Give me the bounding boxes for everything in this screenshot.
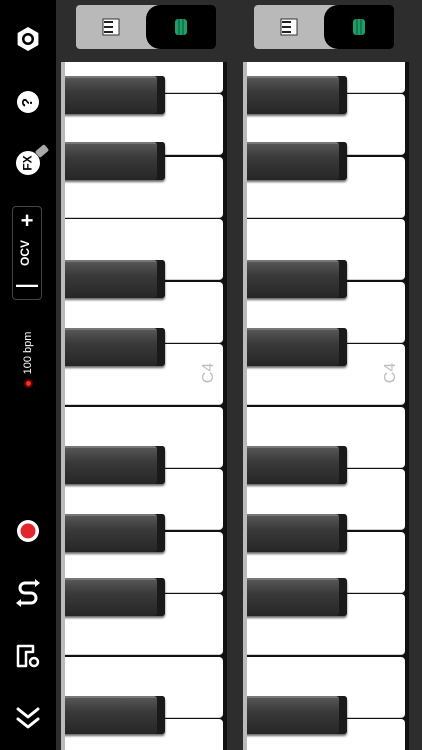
sidebar: ? FX + OCV — 100 bpm	[0, 0, 56, 750]
chord-button[interactable]	[0, 642, 56, 670]
collapse-button[interactable]	[0, 704, 56, 732]
settings-icon	[17, 27, 39, 51]
record-button[interactable]	[0, 518, 56, 544]
black-key[interactable]	[243, 328, 347, 366]
note-label-c4: C4	[200, 362, 218, 384]
octave-control: + OCV —	[12, 206, 42, 300]
black-key[interactable]	[61, 446, 165, 484]
black-key[interactable]	[61, 328, 165, 366]
black-key[interactable]	[61, 514, 165, 552]
keyboard-2: C4	[243, 62, 409, 750]
record-icon	[17, 520, 39, 542]
drum-icon	[175, 19, 187, 35]
black-key[interactable]	[243, 76, 347, 114]
black-key[interactable]	[243, 260, 347, 298]
black-key[interactable]	[243, 446, 347, 484]
black-key[interactable]	[243, 514, 347, 552]
octave-down-button[interactable]: —	[13, 272, 41, 297]
help-button[interactable]: ?	[0, 88, 56, 116]
keyboard-1: C4	[61, 62, 227, 750]
loop-icon	[16, 579, 40, 607]
piano-icon	[280, 18, 298, 36]
piano-icon	[102, 18, 120, 36]
black-key[interactable]	[61, 578, 165, 616]
fx-label: FX	[21, 155, 35, 171]
note-label-c4: C4	[382, 362, 400, 384]
black-key[interactable]	[61, 696, 165, 734]
black-key[interactable]	[61, 142, 165, 180]
drum-icon	[353, 19, 365, 35]
instrument-toggle-2[interactable]	[254, 5, 394, 49]
help-icon: ?	[17, 91, 39, 113]
help-label: ?	[19, 97, 37, 107]
black-key[interactable]	[243, 578, 347, 616]
settings-button[interactable]	[0, 24, 56, 54]
keyboard-rail	[61, 62, 65, 750]
black-key[interactable]	[243, 696, 347, 734]
drum-mode-button[interactable]	[324, 5, 394, 49]
black-key[interactable]	[243, 142, 347, 180]
fx-button[interactable]: FX	[0, 144, 56, 178]
instrument-toggle-1[interactable]	[76, 5, 216, 49]
black-key[interactable]	[61, 76, 165, 114]
tempo-display[interactable]: 100 bpm	[20, 318, 36, 402]
loop-button[interactable]	[0, 578, 56, 608]
metronome-indicator-icon	[23, 379, 33, 389]
keyboard-rail	[243, 62, 247, 750]
tempo-label: 100 bpm	[22, 331, 34, 375]
chord-icon	[16, 644, 40, 668]
piano-mode-button[interactable]	[76, 5, 146, 49]
black-key[interactable]	[61, 260, 165, 298]
fx-icon: FX	[16, 144, 50, 175]
drum-mode-button[interactable]	[146, 5, 216, 49]
piano-mode-button[interactable]	[254, 5, 324, 49]
chevron-down-icon	[16, 707, 40, 729]
